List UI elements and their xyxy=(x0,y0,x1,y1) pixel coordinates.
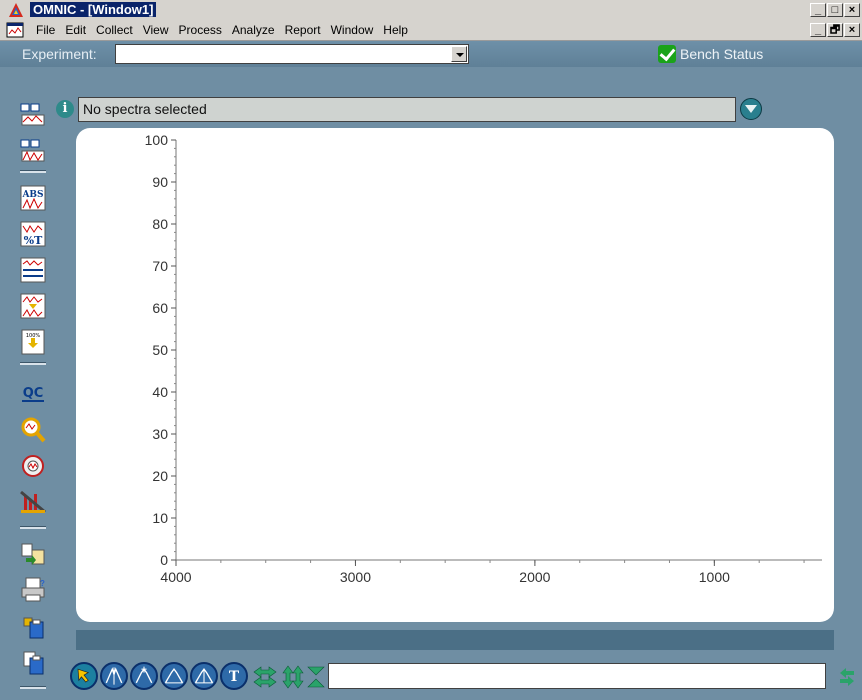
menu-view[interactable]: View xyxy=(143,23,169,37)
window-title: OMNIC - [Window1] xyxy=(30,2,157,17)
swap-arrows-icon[interactable] xyxy=(838,666,856,688)
absorbance-icon[interactable]: ABS xyxy=(18,184,48,212)
display-spectra-alt-icon[interactable] xyxy=(18,136,48,164)
experiment-bar: Experiment: Bench Status xyxy=(0,41,862,67)
y-tick-label: 20 xyxy=(152,468,168,484)
y-tick-label: 40 xyxy=(152,384,168,400)
svg-text:%T: %T xyxy=(24,234,43,247)
x-tick-label: 3000 xyxy=(340,569,371,585)
y-tick-label: 90 xyxy=(152,174,168,190)
child-minimize-button[interactable]: _ xyxy=(810,23,826,37)
text-tool-glyph: T xyxy=(229,669,240,685)
experiment-select[interactable] xyxy=(115,44,469,64)
qc-icon[interactable]: QC xyxy=(18,380,48,408)
menu-collect[interactable]: Collect xyxy=(96,23,133,37)
display-spectra-icon[interactable] xyxy=(18,100,48,128)
peak-height-tool-icon[interactable] xyxy=(130,662,158,690)
qc-label: QC xyxy=(23,386,44,401)
omnic-app-icon xyxy=(9,3,23,17)
automatic-baseline-icon[interactable] xyxy=(18,292,48,320)
command-input[interactable] xyxy=(328,663,826,689)
library-setup-icon[interactable] xyxy=(18,540,48,568)
x-tick-label: 1000 xyxy=(699,569,730,585)
document-window-icon[interactable] xyxy=(6,22,24,38)
x-tick-label: 4000 xyxy=(160,569,191,585)
menu-file[interactable]: File xyxy=(36,23,55,37)
menu-edit[interactable]: Edit xyxy=(65,23,86,37)
spectrum-plot-area[interactable]: 0 10 20 30 40 50 60 70 80 90 100 4000 3000 2000 1000 xyxy=(76,128,834,622)
y-tick-label: 60 xyxy=(152,300,168,316)
experiment-label: Experiment: xyxy=(22,46,97,62)
menu-bar: File Edit Collect View Process Analyze R… xyxy=(0,20,862,41)
status-strip xyxy=(76,630,834,650)
svg-text:?: ? xyxy=(40,579,45,588)
chevron-down-icon[interactable] xyxy=(740,98,762,120)
expand-horizontal-icon[interactable] xyxy=(252,664,278,690)
baseline-correct-icon[interactable] xyxy=(18,256,48,284)
menu-process[interactable]: Process xyxy=(179,23,222,37)
text-tool-icon[interactable]: T xyxy=(220,662,248,690)
y-tick-label: 80 xyxy=(152,216,168,232)
print-icon[interactable]: ? xyxy=(18,576,48,604)
spectrum-chart[interactable]: 0 10 20 30 40 50 60 70 80 90 100 4000 3000 2000 1000 xyxy=(76,128,834,622)
scale-100-percent-icon[interactable]: 100% xyxy=(18,328,48,356)
bench-status[interactable]: Bench Status xyxy=(658,45,763,63)
abs-label: ABS xyxy=(21,190,43,200)
toolbar-divider xyxy=(20,526,46,529)
menu-window[interactable]: Window xyxy=(331,23,374,37)
peak-area-tool-icon[interactable] xyxy=(160,662,188,690)
title-bar: OMNIC - [Window1] _ □ × xyxy=(0,0,862,20)
y-tick-label: 0 xyxy=(160,552,168,568)
expand-vertical-icon[interactable] xyxy=(280,664,306,690)
y-tick-label: 10 xyxy=(152,510,168,526)
child-restore-button[interactable]: 🗗 xyxy=(827,23,843,37)
toolbar-divider xyxy=(20,170,46,173)
y-tick-label: 50 xyxy=(152,342,168,358)
omnic-window: OMNIC - [Window1] _ □ × File Edit Collec… xyxy=(0,0,862,700)
toolbar-divider xyxy=(20,686,46,689)
menu-help[interactable]: Help xyxy=(383,23,408,37)
child-close-button[interactable]: × xyxy=(844,23,860,37)
close-button[interactable]: × xyxy=(844,3,860,17)
spectral-search-icon[interactable] xyxy=(18,452,48,480)
toolbar-divider xyxy=(20,362,46,365)
selection-tool-icon[interactable] xyxy=(70,662,98,690)
peak-analysis-icon[interactable] xyxy=(18,488,48,516)
x-tick-label: 2000 xyxy=(519,569,550,585)
clipboard-icon[interactable] xyxy=(18,612,48,640)
minimize-button[interactable]: _ xyxy=(810,3,826,17)
info-icon[interactable]: i xyxy=(56,100,74,118)
y-tick-label: 30 xyxy=(152,426,168,442)
zoom-out-icon[interactable] xyxy=(306,664,326,690)
bench-status-label: Bench Status xyxy=(680,46,764,62)
search-icon[interactable] xyxy=(18,416,48,444)
document-icon[interactable] xyxy=(18,648,48,676)
percent-transmittance-icon[interactable]: %T xyxy=(18,220,48,248)
menu-report[interactable]: Report xyxy=(285,23,321,37)
baseline-tool-icon[interactable] xyxy=(190,662,218,690)
menu-analyze[interactable]: Analyze xyxy=(232,23,275,37)
maximize-button[interactable]: □ xyxy=(827,3,843,17)
y-tick-label: 100 xyxy=(145,132,169,148)
spectra-info-bar: No spectra selected xyxy=(78,97,736,122)
y-tick-label: 70 xyxy=(152,258,168,274)
checkmark-icon xyxy=(658,45,676,63)
dropdown-arrow-icon[interactable] xyxy=(451,46,467,62)
region-tool-icon[interactable] xyxy=(100,662,128,690)
spectra-info-message: No spectra selected xyxy=(83,101,207,117)
